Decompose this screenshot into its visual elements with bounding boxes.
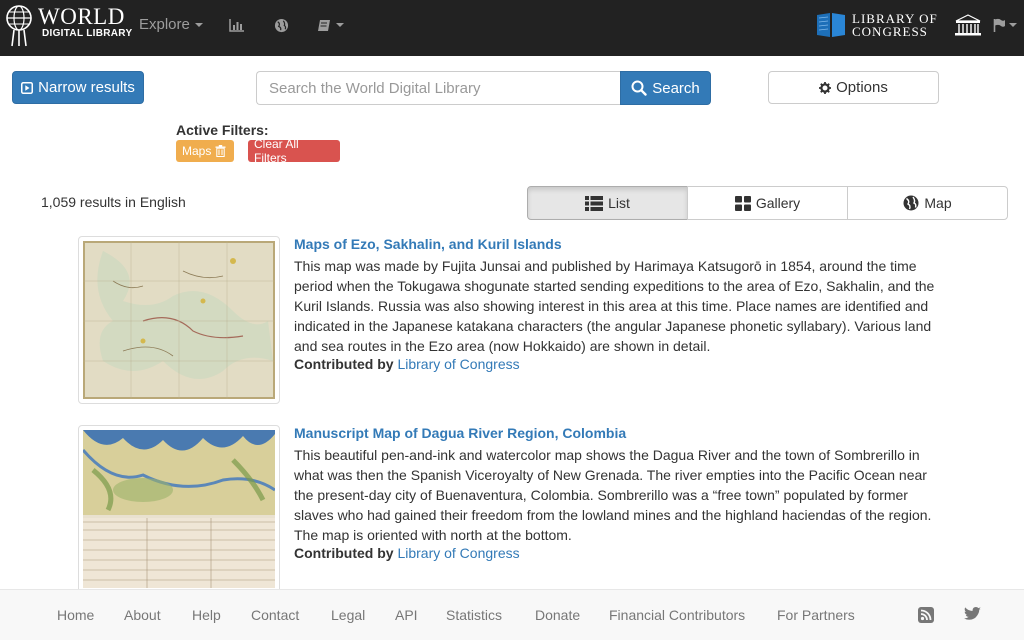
footer-link-statistics[interactable]: Statistics: [446, 607, 502, 623]
result-description: This map was made by Fujita Junsai and p…: [294, 258, 935, 354]
result-description: This beautiful pen-and-ink and watercolo…: [294, 447, 932, 543]
top-navbar: WORLD DIGITAL LIBRARY Explore LIBRARY OF: [0, 0, 1024, 56]
statistics-nav-button[interactable]: [229, 0, 245, 50]
map-thumbnail-image: [83, 430, 275, 588]
footer-link-contact[interactable]: Contact: [251, 607, 299, 623]
globe-icon: [903, 195, 919, 211]
narrow-results-button[interactable]: Narrow results: [12, 71, 144, 104]
rss-icon[interactable]: [918, 607, 934, 626]
caret-down-icon: [336, 23, 344, 28]
logo-title: WORLD: [38, 4, 125, 29]
gear-icon: [819, 81, 832, 94]
search-input[interactable]: [256, 71, 621, 105]
language-menu[interactable]: [993, 0, 1017, 50]
footer: Home About Help Contact Legal API Statis…: [0, 589, 1024, 640]
logo-subtitle: DIGITAL LIBRARY: [42, 28, 133, 39]
result-title-link[interactable]: Manuscript Map of Dagua River Region, Co…: [294, 425, 626, 441]
filter-tag-maps[interactable]: Maps: [176, 140, 234, 162]
explore-label: Explore: [139, 16, 190, 33]
map-view-label: Map: [924, 195, 952, 211]
search-button[interactable]: Search: [620, 71, 711, 105]
wdl-logo[interactable]: WORLD DIGITAL LIBRARY: [4, 4, 132, 48]
trash-icon: [215, 145, 226, 157]
footer-link-about[interactable]: About: [124, 607, 161, 623]
bar-chart-icon: [229, 19, 244, 32]
map-thumbnail-image: [83, 241, 275, 399]
clear-all-filters-label: Clear All Filters: [254, 137, 299, 165]
map-nav-button[interactable]: [274, 0, 289, 50]
footer-link-api[interactable]: API: [395, 607, 418, 623]
filter-tag-label: Maps: [182, 144, 212, 158]
loc-book-icon: [817, 13, 845, 37]
clear-all-filters-button[interactable]: Clear All Filters: [248, 137, 340, 165]
globe-icon: [274, 18, 289, 32]
result-contributor: Contributed by Library of Congress: [294, 545, 520, 561]
caret-down-icon: [194, 23, 203, 28]
options-button[interactable]: Options: [768, 71, 939, 104]
contributor-link[interactable]: Library of Congress: [397, 545, 519, 561]
active-filters-label: Active Filters:: [176, 122, 269, 138]
grid-icon: [734, 195, 751, 211]
book-icon: [318, 19, 330, 31]
options-label: Options: [836, 79, 888, 96]
explore-menu[interactable]: Explore: [139, 0, 203, 50]
map-view-button[interactable]: Map: [847, 186, 1008, 220]
flag-icon: [993, 18, 1005, 33]
gallery-view-button[interactable]: Gallery: [687, 186, 848, 220]
footer-link-legal[interactable]: Legal: [331, 607, 365, 623]
search-label: Search: [652, 79, 700, 97]
results-count: 1,059 results in English: [41, 194, 186, 210]
result-contributor: Contributed by Library of Congress: [294, 356, 520, 372]
globe-logo-icon: [6, 5, 32, 47]
contributed-by-label: Contributed by: [294, 545, 394, 561]
unesco-button[interactable]: [954, 0, 982, 50]
footer-link-financial-contributors[interactable]: Financial Contributors: [609, 607, 745, 623]
list-view-label: List: [608, 195, 630, 211]
loc-line-2: CONGRESS: [852, 24, 928, 39]
caret-down-icon: [1009, 23, 1017, 28]
footer-link-help[interactable]: Help: [192, 607, 221, 623]
footer-link-for-partners[interactable]: For Partners: [777, 607, 855, 623]
unesco-icon: [955, 14, 981, 36]
list-icon: [585, 195, 604, 211]
footer-link-home[interactable]: Home: [57, 607, 94, 623]
contributor-link[interactable]: Library of Congress: [397, 356, 519, 372]
play-square-icon: [21, 81, 34, 94]
view-switcher: List Gallery Map: [527, 186, 1008, 220]
result-title-link[interactable]: Maps of Ezo, Sakhalin, and Kuril Islands: [294, 236, 562, 252]
search-icon: [631, 80, 647, 96]
result-thumbnail[interactable]: [78, 236, 280, 404]
list-view-button[interactable]: List: [527, 186, 688, 220]
gallery-view-label: Gallery: [755, 195, 801, 211]
narrow-results-label: Narrow results: [38, 79, 135, 96]
footer-link-donate[interactable]: Donate: [535, 607, 580, 623]
book-menu[interactable]: [317, 0, 344, 50]
twitter-icon[interactable]: [964, 607, 981, 624]
library-of-congress-logo[interactable]: LIBRARY OF CONGRESS: [816, 12, 938, 38]
result-thumbnail[interactable]: [78, 425, 280, 593]
contributed-by-label: Contributed by: [294, 356, 394, 372]
